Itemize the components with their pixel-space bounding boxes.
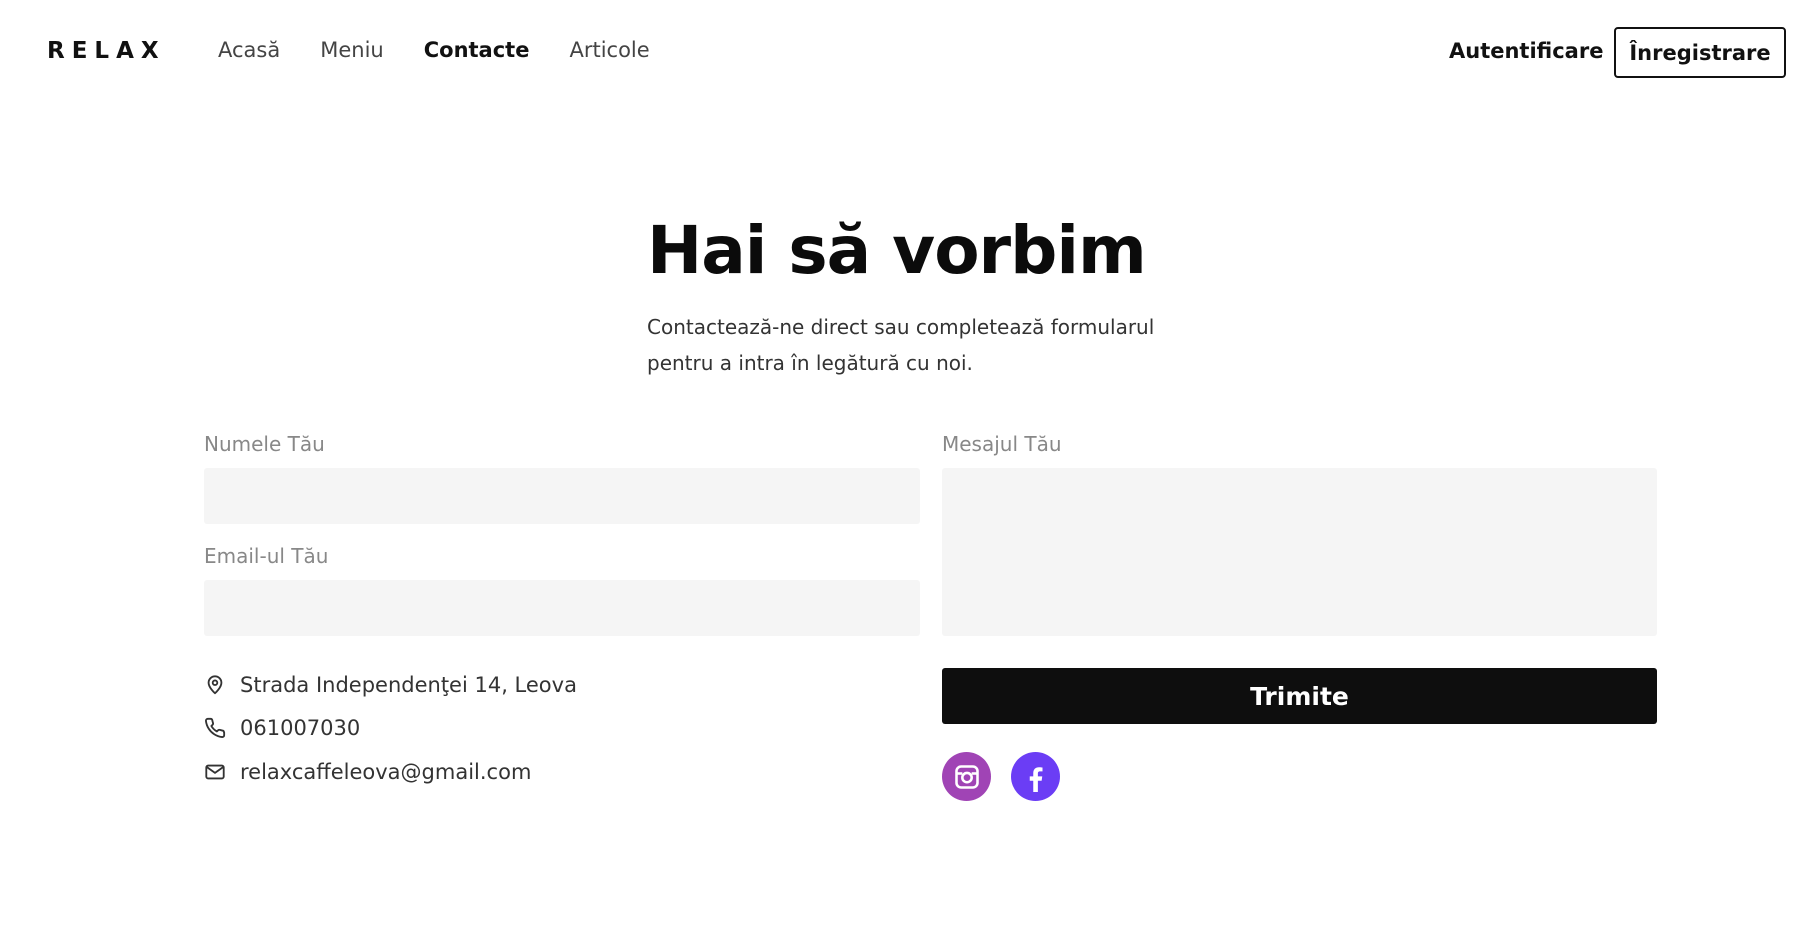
login-link[interactable]: Autentificare [1449,39,1603,63]
message-field[interactable] [942,468,1657,636]
site-header: RELAX Acasă Meniu Contacte Articole Aute… [0,0,1814,105]
location-pin-icon [207,675,223,695]
logo[interactable]: RELAX [47,38,166,64]
instagram-link[interactable] [942,752,991,801]
nav-item-acasa[interactable]: Acasă [218,38,280,62]
name-label: Numele Tău [204,432,325,456]
email-label: Email-ul Tău [204,544,329,568]
mail-icon [205,764,225,780]
email-row: relaxcaffeleova@gmail.com [204,760,531,784]
page-title: Hai să vorbim [647,212,1147,289]
email-field[interactable] [204,580,920,636]
phone-row: 061007030 [204,716,360,740]
facebook-link[interactable] [1011,752,1060,801]
nav-item-contacte[interactable]: Contacte [424,38,530,62]
email-text: relaxcaffeleova@gmail.com [240,760,532,784]
main-nav: Acasă Meniu Contacte Articole [218,38,690,62]
message-label: Mesajul Tău [942,432,1062,456]
instagram-icon [954,764,979,789]
address-text: Strada Independenţei 14, Leova [240,673,577,697]
page-subtitle: Contactează-ne direct sau completează fo… [647,315,1155,375]
register-button[interactable]: Înregistrare [1614,27,1786,78]
nav-item-articole[interactable]: Articole [569,38,649,62]
facebook-icon [1029,766,1042,792]
nav-item-meniu[interactable]: Meniu [320,38,384,62]
phone-icon [205,717,226,738]
name-field[interactable] [204,468,920,524]
address-row: Strada Independenţei 14, Leova [204,673,577,697]
submit-button[interactable]: Trimite [942,668,1657,724]
phone-text: 061007030 [240,716,361,740]
